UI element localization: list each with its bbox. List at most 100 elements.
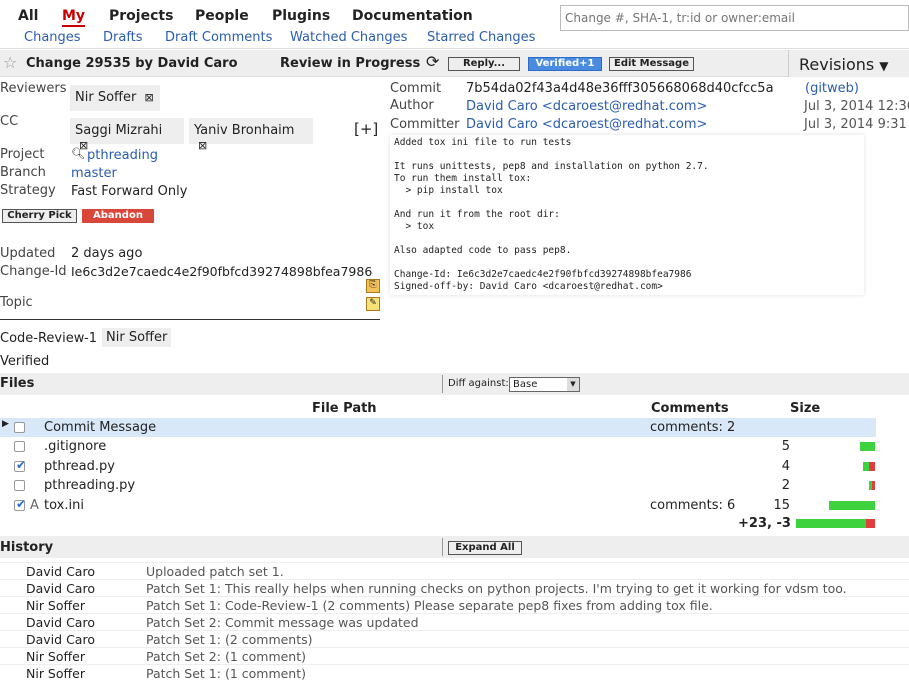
file-comments: comments: 6 bbox=[650, 498, 736, 513]
expand-all-button[interactable]: Expand All bbox=[448, 541, 522, 555]
subnav-draft-comments[interactable]: Draft Comments bbox=[165, 30, 272, 45]
branch-label: Branch bbox=[0, 165, 46, 180]
reply-button[interactable]: Reply... bbox=[448, 57, 520, 71]
history-row[interactable]: David Caro Patch Set 2: Commit message wa… bbox=[0, 613, 909, 630]
file-comments: comments: 2 bbox=[650, 420, 736, 435]
divider bbox=[442, 538, 443, 556]
subnav-starred-changes[interactable]: Starred Changes bbox=[427, 30, 535, 45]
file-row[interactable]: ✔ pthread.py 4 bbox=[0, 457, 909, 476]
history-message: Patch Set 2: (1 comment) bbox=[146, 649, 307, 664]
subnav-drafts[interactable]: Drafts bbox=[103, 30, 143, 45]
nav-projects[interactable]: Projects bbox=[109, 8, 173, 24]
star-icon[interactable]: ☆ bbox=[3, 53, 17, 72]
branch-link[interactable]: master bbox=[71, 166, 117, 181]
abandon-button[interactable]: Abandon bbox=[82, 209, 154, 223]
commit-sha: 7b54da02f43a4d48e36fff305668068d40cfcc5a bbox=[466, 81, 774, 96]
committer-date: Jul 3, 2014 9:31 A bbox=[804, 117, 909, 132]
project-link[interactable]: pthreading bbox=[87, 148, 158, 163]
refresh-icon[interactable]: ⟳ bbox=[426, 52, 439, 71]
change-title: Change 29535 by David Caro bbox=[26, 56, 238, 71]
cc-chip: Yaniv Bronhaim ⊠ bbox=[189, 118, 313, 152]
history-title: History bbox=[0, 540, 54, 555]
change-header: ☆ Change 29535 by David Caro Review in P… bbox=[0, 50, 788, 77]
cc-name: Saggi Mizrahi bbox=[75, 123, 163, 138]
size-header: Size bbox=[790, 401, 821, 416]
files-header: Files Diff against: Base ▼ bbox=[0, 373, 909, 395]
remove-icon[interactable]: ⊠ bbox=[198, 139, 207, 152]
chevron-down-icon: ▼ bbox=[567, 378, 579, 391]
file-row[interactable]: ✔ Atox.ini comments: 6 15 bbox=[0, 496, 909, 515]
history-message: Patch Set 1: (1 comment) bbox=[146, 666, 307, 681]
nav-plugins[interactable]: Plugins bbox=[272, 8, 330, 24]
file-path[interactable]: tox.ini bbox=[44, 498, 84, 513]
change-id-value: Ie6c3d2e7caedc4e2f90fbfcd39274898bfea798… bbox=[71, 264, 373, 279]
code-review-label: Code-Review bbox=[0, 331, 85, 346]
lines-added-bar bbox=[829, 501, 875, 510]
nav-my[interactable]: My bbox=[62, 8, 86, 27]
add-cc-button[interactable]: [+] bbox=[354, 120, 378, 138]
reviewed-checkbox[interactable] bbox=[14, 441, 25, 452]
history-author: Nir Soffer bbox=[26, 649, 85, 664]
revisions-dropdown[interactable]: Revisions ▼ bbox=[788, 50, 909, 77]
history-author: Nir Soffer bbox=[26, 666, 85, 681]
file-row[interactable]: .gitignore 5 bbox=[0, 437, 909, 456]
reviewed-checkbox[interactable]: ✔ bbox=[14, 497, 26, 511]
divider bbox=[442, 375, 443, 393]
search-input[interactable] bbox=[560, 5, 909, 31]
strategy-value: Fast Forward Only bbox=[71, 184, 188, 199]
search-icon[interactable]: 🔍︎ bbox=[71, 147, 85, 160]
file-row[interactable]: pthreading.py 2 bbox=[0, 476, 909, 495]
project-label: Project bbox=[0, 147, 45, 162]
copy-clipboard-icon[interactable]: ⎘ bbox=[366, 279, 380, 293]
history-message: Uploaded patch set 1. bbox=[146, 564, 284, 579]
remove-icon[interactable]: ⊠ bbox=[144, 91, 153, 104]
history-message: Patch Set 1: Code-Review-1 (2 comments) … bbox=[146, 598, 713, 613]
caret-right-icon: ▶ bbox=[2, 419, 9, 429]
file-size: 15 bbox=[773, 498, 790, 513]
subnav-watched-changes[interactable]: Watched Changes bbox=[290, 30, 407, 45]
edit-topic-icon[interactable]: ✎ bbox=[366, 297, 380, 311]
lines-removed-bar bbox=[869, 462, 875, 471]
history-row[interactable]: David Caro Patch Set 1: This really helps… bbox=[0, 579, 909, 596]
file-path[interactable]: pthreading.py bbox=[44, 478, 135, 493]
reviewed-checkbox[interactable] bbox=[14, 480, 25, 491]
history-row[interactable]: David Caro Uploaded patch set 1. bbox=[0, 562, 909, 579]
edit-message-button[interactable]: Edit Message bbox=[609, 57, 694, 71]
lines-removed-bar bbox=[872, 481, 875, 490]
file-size: 5 bbox=[781, 439, 790, 454]
history-row[interactable]: Nir Soffer Patch Set 1: Code-Review-1 (2 … bbox=[0, 596, 909, 613]
file-row[interactable]: ▶ Commit Message comments: 2 bbox=[0, 418, 876, 437]
diff-against-select[interactable]: Base ▼ bbox=[509, 377, 580, 392]
updated-label: Updated bbox=[0, 246, 56, 261]
history-row[interactable]: Nir Soffer Patch Set 2: (1 comment) bbox=[0, 647, 909, 664]
total-added-bar bbox=[796, 519, 866, 528]
committer-link[interactable]: David Caro <dcaroest@redhat.com> bbox=[466, 117, 707, 132]
subnav-changes[interactable]: Changes bbox=[24, 30, 81, 45]
divider bbox=[0, 319, 380, 320]
gitweb-link[interactable]: (gitweb) bbox=[805, 81, 859, 96]
topic-label: Topic bbox=[0, 295, 33, 310]
reviewed-checkbox[interactable]: ✔ bbox=[14, 458, 26, 472]
reviewed-checkbox[interactable] bbox=[14, 422, 25, 433]
author-link[interactable]: David Caro <dcaroest@redhat.com> bbox=[466, 99, 707, 114]
history-row[interactable]: David Caro Patch Set 1: (2 comments) bbox=[0, 630, 909, 647]
nav-people[interactable]: People bbox=[195, 8, 249, 24]
file-path[interactable]: .gitignore bbox=[44, 439, 106, 454]
history-author: David Caro bbox=[26, 632, 95, 647]
voter-name: Nir Soffer bbox=[106, 330, 168, 345]
history-row[interactable]: Nir Soffer Patch Set 1: (1 comment) bbox=[0, 664, 909, 681]
author-date: Jul 3, 2014 12:36 bbox=[804, 99, 909, 114]
history-author: Nir Soffer bbox=[26, 598, 85, 613]
file-status-flag: A bbox=[30, 498, 39, 513]
strategy-label: Strategy bbox=[0, 183, 56, 198]
file-path[interactable]: pthread.py bbox=[44, 459, 115, 474]
code-review-voter-chip: Nir Soffer bbox=[102, 328, 172, 347]
nav-all[interactable]: All bbox=[18, 8, 38, 24]
cherry-pick-button[interactable]: Cherry Pick bbox=[2, 209, 77, 223]
file-path[interactable]: Commit Message bbox=[44, 420, 156, 435]
code-review-value: -1 bbox=[84, 331, 97, 346]
verified-button[interactable]: Verified+1 bbox=[528, 57, 602, 71]
cc-name: Yaniv Bronhaim bbox=[194, 123, 295, 138]
history-message: Patch Set 1: This really helps when runn… bbox=[146, 581, 847, 596]
nav-documentation[interactable]: Documentation bbox=[352, 8, 473, 24]
